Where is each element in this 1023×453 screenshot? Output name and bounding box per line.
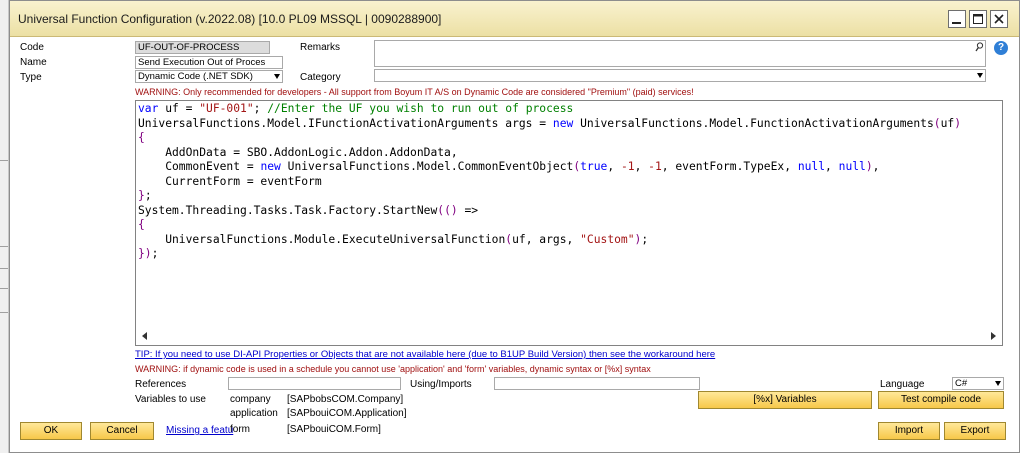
code-line-3: {	[138, 131, 145, 144]
variables-label: Variables to use	[135, 394, 206, 405]
window-title: Universal Function Configuration (v.2022…	[18, 12, 442, 26]
code-field[interactable]: UF-OUT-OF-PROCESS	[135, 41, 270, 54]
maximize-icon	[973, 14, 983, 24]
variable-name: company	[230, 394, 271, 405]
language-dropdown-value: C#	[955, 378, 968, 389]
developer-warning: WARNING: Only recommended for developers…	[135, 87, 694, 97]
schedule-warning: WARNING: if dynamic code is used in a sc…	[135, 364, 651, 374]
code-line-1: var uf = "UF-001"; //Enter the UF you wi…	[138, 102, 574, 115]
close-button[interactable]	[990, 10, 1008, 28]
code-label: Code	[20, 42, 44, 53]
magnifier-icon[interactable]	[975, 42, 984, 52]
chevron-down-icon	[977, 73, 983, 78]
type-dropdown[interactable]: Dynamic Code (.NET SDK)	[135, 70, 283, 83]
code-line-10: UniversalFunctions.Module.ExecuteUnivers…	[138, 232, 649, 246]
background-window-edge	[0, 0, 9, 453]
maximize-button[interactable]	[969, 10, 987, 28]
variable-name: application	[230, 408, 278, 419]
language-dropdown[interactable]: C#	[952, 377, 1004, 390]
code-line-9: {	[138, 218, 145, 231]
code-text[interactable]: var uf = "UF-001"; //Enter the UF you wi…	[138, 102, 961, 262]
import-button[interactable]: Import	[878, 422, 940, 440]
ok-button[interactable]: OK	[20, 422, 82, 440]
name-label: Name	[20, 57, 47, 68]
code-line-11: });	[138, 247, 159, 260]
references-field[interactable]	[228, 377, 401, 390]
scroll-right-icon[interactable]	[991, 332, 996, 340]
background-divider	[0, 246, 8, 247]
background-divider	[0, 268, 8, 269]
variables-button[interactable]: [%x] Variables	[698, 391, 872, 409]
remarks-label: Remarks	[300, 42, 341, 53]
missing-feature-link[interactable]: Missing a featu	[166, 425, 233, 436]
code-line-7: };	[138, 189, 152, 202]
using-imports-field[interactable]	[494, 377, 700, 390]
scroll-left-icon[interactable]	[142, 332, 147, 340]
remarks-field[interactable]	[374, 40, 986, 67]
form-body: Code UF-OUT-OF-PROCESS Name Send Executi…	[10, 37, 1019, 452]
code-editor[interactable]: var uf = "UF-001"; //Enter the UF you wi…	[135, 100, 1003, 346]
code-line-8: System.Threading.Tasks.Task.Factory.Star…	[138, 203, 479, 217]
category-label: Category	[300, 72, 341, 83]
variable-type: [SAPbobsCOM.Company]	[287, 394, 404, 405]
chevron-down-icon	[274, 74, 280, 79]
workaround-tip-link[interactable]: TIP: If you need to use DI-API Propertie…	[135, 349, 715, 360]
code-line-2: UniversalFunctions.Model.IFunctionActiva…	[138, 116, 962, 130]
minimize-button[interactable]	[948, 10, 966, 28]
name-field[interactable]: Send Execution Out of Proces	[135, 56, 283, 69]
variable-type: [SAPbouiCOM.Application]	[287, 408, 407, 419]
minimize-icon	[952, 22, 961, 24]
code-line-6: CurrentForm = eventForm	[138, 174, 322, 188]
cancel-button[interactable]: Cancel	[90, 422, 154, 440]
background-divider	[0, 288, 8, 289]
type-label: Type	[20, 72, 42, 83]
type-dropdown-value: Dynamic Code (.NET SDK)	[138, 71, 253, 82]
background-divider	[0, 312, 8, 313]
variable-type: [SAPbouiCOM.Form]	[287, 424, 381, 435]
using-imports-label: Using/Imports	[410, 379, 472, 390]
test-compile-button[interactable]: Test compile code	[878, 391, 1004, 409]
category-dropdown[interactable]	[374, 69, 986, 82]
references-label: References	[135, 379, 187, 390]
code-line-5: CommonEvent = new UniversalFunctions.Mod…	[138, 160, 880, 173]
background-divider	[0, 160, 8, 161]
title-bar[interactable]: Universal Function Configuration (v.2022…	[10, 1, 1019, 37]
close-icon	[994, 14, 1004, 24]
export-button[interactable]: Export	[944, 422, 1006, 440]
universal-function-configuration-window: Universal Function Configuration (v.2022…	[9, 0, 1020, 453]
help-icon[interactable]: ?	[994, 41, 1008, 55]
horizontal-scrollbar[interactable]	[137, 328, 1001, 344]
code-line-4: AddOnData = SBO.AddonLogic.Addon.AddonDa…	[138, 145, 458, 159]
chevron-down-icon	[995, 381, 1001, 386]
language-label: Language	[880, 379, 925, 390]
